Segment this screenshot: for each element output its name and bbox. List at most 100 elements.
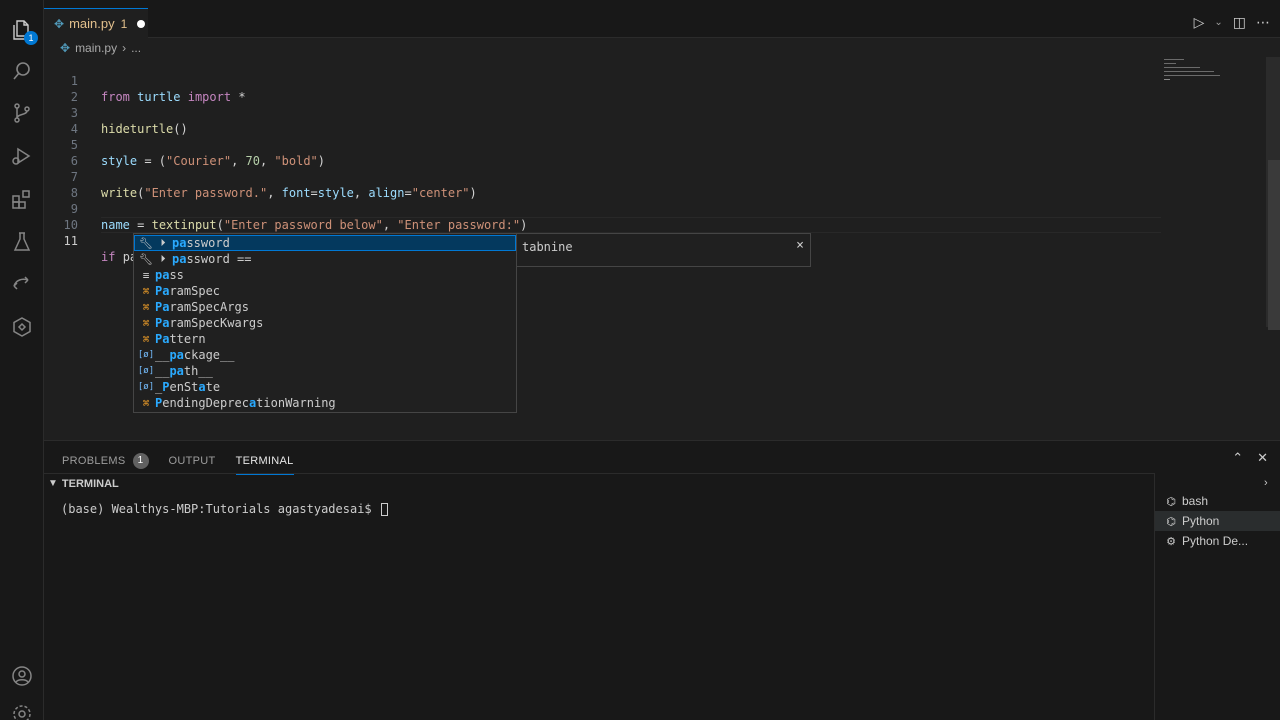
terminal-item-python[interactable]: ⌬ Python — [1155, 511, 1280, 531]
match: pa — [172, 252, 187, 266]
keyword-icon: ≡ — [142, 268, 150, 282]
terminal-output[interactable]: (base) Wealthys-MBP:Tutorials agastyades… — [61, 502, 388, 516]
code-line-current: 11 if pa — [44, 217, 1164, 264]
label: endingDeprec — [162, 396, 249, 410]
suggest-item[interactable]: ⌘ PendingDeprecationWarning — [134, 395, 516, 411]
activity-bar: 1 — [0, 0, 44, 720]
source-control-icon[interactable] — [8, 99, 36, 127]
remote-icon[interactable] — [8, 270, 36, 298]
run-icon[interactable]: ▷ — [1194, 14, 1205, 31]
suggest-widget: 🔧︎ ⏵ password 🔧︎ ⏵ password == ≡ pass ⌘ Pa… — [133, 233, 517, 413]
code-line: 1 from turtle import * — [44, 57, 1164, 104]
variable-icon: [ø] — [137, 366, 155, 376]
code-line: 9 name = textinput("Enter password below… — [44, 185, 1164, 232]
chevron-down-icon: ▼ — [48, 478, 58, 489]
code-line: 6 — [44, 137, 1164, 168]
split-editor-icon[interactable]: ◫ — [1233, 14, 1246, 31]
label: th__ — [183, 364, 213, 378]
account-icon[interactable] — [8, 662, 36, 690]
suggest-item[interactable]: ≡ pass — [134, 267, 516, 283]
match: pa — [155, 268, 170, 282]
label: ramSpecKwargs — [169, 316, 264, 330]
label: tionWarning — [256, 396, 336, 410]
match: pa — [172, 236, 187, 250]
testing-icon[interactable] — [8, 228, 36, 256]
extensions-icon[interactable] — [8, 185, 36, 213]
snippet-icon: ⏵ — [160, 253, 166, 265]
label: ssword == — [186, 252, 252, 266]
suggest-item[interactable]: 🔧︎ ⏵ password == — [134, 251, 516, 267]
gear-icon[interactable] — [8, 700, 36, 720]
class-icon: ⌘ — [142, 284, 150, 298]
suggest-item[interactable]: ⌘ Pattern — [134, 331, 516, 347]
label: enSt — [169, 380, 199, 394]
more-actions-icon[interactable]: ⋯ — [1256, 14, 1270, 31]
breadcrumb-file[interactable]: main.py — [75, 41, 117, 55]
breadcrumb: ✥ main.py › ... — [60, 38, 141, 58]
terminal-cursor — [380, 503, 388, 516]
close-icon[interactable]: × — [796, 238, 804, 253]
suggest-item[interactable]: [ø] _PenState — [134, 379, 516, 395]
python-file-icon: ✥ — [60, 41, 71, 55]
docker-icon[interactable] — [8, 313, 36, 341]
breadcrumb-symbols[interactable]: ... — [131, 41, 141, 55]
class-icon: ⌘ — [142, 332, 150, 346]
editor-scrollbar-thumb[interactable] — [1268, 160, 1280, 330]
files-icon[interactable]: 1 — [8, 16, 38, 45]
variable-icon: [ø] — [137, 382, 155, 392]
match: Pa — [155, 316, 170, 330]
terminal-item-python-debug[interactable]: ⚙ Python De... — [1155, 531, 1280, 551]
close-panel-icon[interactable]: ✕ — [1257, 450, 1268, 466]
panel-actions: ⌃ ✕ — [1232, 450, 1268, 466]
run-dropdown-chevron-icon[interactable]: ⌄ — [1214, 17, 1222, 28]
chevron-right-icon[interactable]: › — [1264, 477, 1268, 489]
terminal-label: bash — [1182, 494, 1209, 508]
code-line: 10 — [44, 201, 1164, 232]
python-file-icon: ✥ — [54, 16, 65, 31]
panel-tabs: PROBLEMS 1 OUTPUT TERMINAL — [62, 451, 294, 475]
match: Pa — [155, 332, 170, 346]
explorer-badge: 1 — [24, 31, 38, 45]
label: __ — [155, 364, 170, 378]
terminal-section-header[interactable]: ▼ TERMINAL — [44, 473, 1154, 493]
suggest-item[interactable]: 🔧︎ ⏵ password — [134, 235, 516, 251]
unsaved-dot-icon[interactable] — [137, 19, 146, 28]
label: ss — [169, 268, 184, 282]
run-debug-icon[interactable] — [8, 142, 36, 170]
suggest-item[interactable]: [ø] __package__ — [134, 347, 516, 363]
editor-actions: ▷ ⌄ ◫ ⋯ — [1194, 14, 1270, 31]
tab-file-name: main.py — [69, 16, 115, 31]
label: ssword — [186, 236, 230, 250]
code-line: 2 — [44, 73, 1164, 104]
terminal-list: ⌬ bash ⌬ Python ⚙ Python De... — [1154, 473, 1280, 720]
token: if — [101, 250, 116, 264]
maximize-panel-icon[interactable]: ⌃ — [1232, 450, 1243, 466]
breadcrumb-separator-icon: › — [122, 41, 127, 55]
debug-gear-icon: ⚙ — [1166, 535, 1176, 548]
minimap[interactable] — [1162, 57, 1266, 87]
tab-label: TERMINAL — [235, 455, 294, 467]
suggest-item[interactable]: ⌘ ParamSpecKwargs — [134, 315, 516, 331]
suggest-item[interactable]: ⌘ ParamSpecArgs — [134, 299, 516, 315]
bottom-panel: PROBLEMS 1 OUTPUT TERMINAL ⌃ ✕ ▼ TERMINA… — [44, 440, 1280, 720]
terminal-label: Python De... — [1182, 534, 1249, 548]
label: ttern — [169, 332, 206, 346]
tab-output[interactable]: OUTPUT — [169, 451, 216, 471]
suggest-item[interactable]: [ø] __path__ — [134, 363, 516, 379]
label: ramSpecArgs — [169, 300, 249, 314]
terminal-item-bash[interactable]: ⌬ bash — [1155, 491, 1280, 511]
code-line: 8 — [44, 169, 1164, 200]
label: __ — [155, 348, 170, 362]
tab-problems[interactable]: PROBLEMS 1 — [62, 451, 149, 471]
problems-badge: 1 — [132, 453, 149, 469]
suggest-source: tabnine — [522, 240, 573, 254]
wrench-icon: 🔧︎ — [139, 252, 153, 266]
suggest-details: tabnine × — [517, 233, 811, 267]
tab-terminal[interactable]: TERMINAL — [235, 451, 294, 475]
wrench-icon: 🔧︎ — [139, 236, 153, 250]
tab-main-py[interactable]: ✥ main.py 1 — [44, 8, 148, 38]
suggest-item[interactable]: ⌘ ParamSpec — [134, 283, 516, 299]
tab-problem-count: 1 — [120, 16, 128, 31]
terminal-prompt: (base) Wealthys-MBP:Tutorials agastyades… — [61, 502, 379, 516]
search-icon[interactable] — [8, 57, 36, 85]
